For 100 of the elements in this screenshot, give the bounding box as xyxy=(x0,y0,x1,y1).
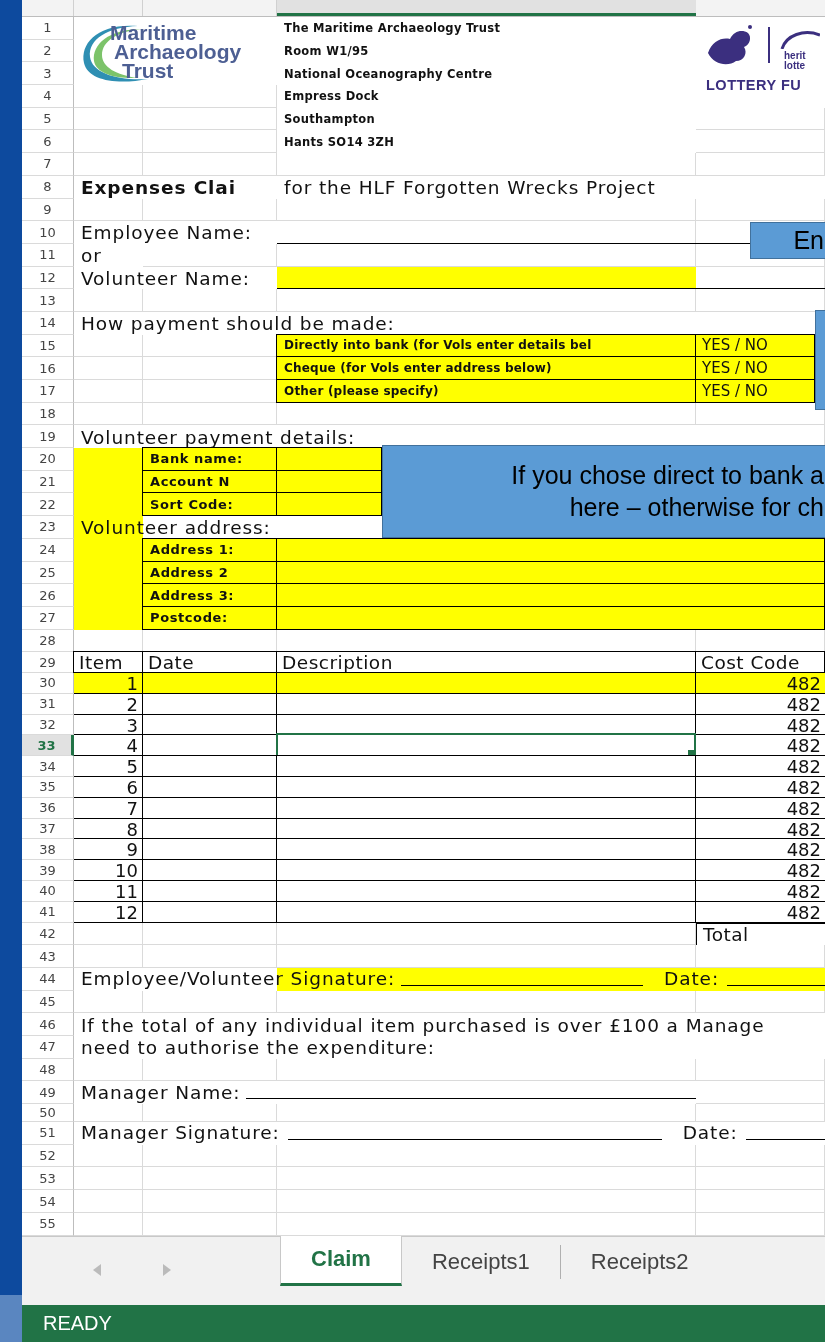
logo-text: lotte xyxy=(784,61,806,71)
date-line[interactable] xyxy=(727,982,825,986)
signature-line[interactable] xyxy=(401,982,644,986)
row-header[interactable]: 5 xyxy=(22,107,74,131)
cost-code: 482 xyxy=(786,714,822,736)
row-header[interactable]: 52 xyxy=(22,1144,74,1168)
item-number: 1 xyxy=(126,673,139,695)
input-field[interactable] xyxy=(276,492,382,517)
logo-text: LOTTERY FU xyxy=(706,77,802,93)
row-header[interactable]: 49 xyxy=(22,1081,74,1105)
row-header[interactable]: 40 xyxy=(22,881,74,902)
row-header[interactable]: 14 xyxy=(22,311,74,335)
row-header[interactable]: 54 xyxy=(22,1190,74,1213)
row-header[interactable]: 53 xyxy=(22,1167,74,1191)
field-label: Address 2 xyxy=(142,560,277,585)
field-label: Postcode: xyxy=(142,605,277,630)
field-label: Date: xyxy=(664,970,720,989)
answer-box[interactable]: YES / NO xyxy=(695,333,815,358)
form-title: Expenses Clai xyxy=(74,175,277,199)
row-header[interactable]: 39 xyxy=(22,860,74,881)
row-header[interactable]: 9 xyxy=(22,198,74,222)
row-header[interactable]: 11 xyxy=(22,243,74,267)
logo-text: herit xyxy=(784,51,806,61)
row-header[interactable]: 55 xyxy=(22,1212,74,1236)
answer-box[interactable]: YES / NO xyxy=(695,379,815,403)
row-header[interactable]: 12 xyxy=(22,266,74,290)
row-header[interactable]: 50 xyxy=(22,1104,74,1123)
row-header[interactable]: 20 xyxy=(22,448,74,471)
row-header[interactable]: 6 xyxy=(22,130,74,154)
row-header[interactable]: 16 xyxy=(22,357,74,380)
field-label: Account N xyxy=(142,469,277,494)
row-header[interactable]: 1 xyxy=(22,17,74,40)
row-header[interactable]: 19 xyxy=(22,425,74,449)
column-header-bar[interactable] xyxy=(22,0,825,17)
row-header[interactable]: 48 xyxy=(22,1058,74,1082)
sheet-tab[interactable]: Receipts1 xyxy=(401,1236,560,1287)
row-header[interactable]: 25 xyxy=(22,561,74,585)
column-header: Description xyxy=(276,651,696,674)
signature-line[interactable] xyxy=(287,1136,662,1140)
row-header[interactable]: 8 xyxy=(22,175,74,199)
input-field[interactable] xyxy=(276,447,382,471)
payment-option: Cheque (for Vols enter address below) xyxy=(276,356,696,380)
row-header[interactable]: 21 xyxy=(22,470,74,494)
row-header[interactable]: 13 xyxy=(22,289,74,312)
row-header[interactable]: 41 xyxy=(22,901,74,923)
name-line[interactable] xyxy=(246,1096,696,1100)
row-header[interactable]: 38 xyxy=(22,839,74,861)
item-number: 8 xyxy=(126,818,139,840)
row-header[interactable]: 22 xyxy=(22,493,74,517)
row-header[interactable]: 32 xyxy=(22,714,74,736)
row-header[interactable]: 44 xyxy=(22,968,74,991)
date-line[interactable] xyxy=(745,1136,825,1140)
row-header[interactable]: 33 xyxy=(22,735,74,757)
input-field[interactable] xyxy=(276,560,825,585)
row-header[interactable]: 4 xyxy=(22,85,74,108)
row-header[interactable]: 7 xyxy=(22,153,74,176)
input-field[interactable] xyxy=(276,583,825,607)
status-text: READY xyxy=(43,1311,112,1335)
row-header[interactable]: 35 xyxy=(22,777,74,798)
payment-option: Other (please specify) xyxy=(276,379,696,403)
cost-code: 482 xyxy=(786,756,822,778)
answer-box[interactable]: YES / NO xyxy=(695,356,815,380)
row-header[interactable]: 23 xyxy=(22,516,74,539)
item-number: 2 xyxy=(126,693,139,715)
row-header[interactable]: 36 xyxy=(22,797,74,819)
row-header[interactable]: 46 xyxy=(22,1013,74,1037)
row-header[interactable]: 34 xyxy=(22,756,74,778)
row-header[interactable]: 2 xyxy=(22,39,74,63)
row-header[interactable]: 3 xyxy=(22,62,74,86)
row-header[interactable]: 45 xyxy=(22,990,74,1014)
row-header[interactable]: 30 xyxy=(22,673,74,694)
row-header[interactable]: 43 xyxy=(22,945,74,968)
row-header[interactable]: 47 xyxy=(22,1036,74,1059)
field-label: Manager Signature: xyxy=(81,1124,280,1143)
callout-text: If you chose direct to bank a xyxy=(511,460,824,491)
row-header[interactable]: 24 xyxy=(22,538,74,562)
volunteer-name-field[interactable] xyxy=(277,266,696,290)
row-header[interactable]: 26 xyxy=(22,584,74,607)
input-field[interactable] xyxy=(276,537,825,562)
item-number: 7 xyxy=(126,797,139,819)
cost-code: 482 xyxy=(786,860,822,882)
column-header: Item xyxy=(73,651,143,674)
row-header[interactable]: 10 xyxy=(22,221,74,244)
row-header[interactable]: 28 xyxy=(22,629,74,653)
row-header[interactable]: 27 xyxy=(22,606,74,630)
row-header[interactable]: 15 xyxy=(22,334,74,358)
row-header[interactable]: 18 xyxy=(22,402,74,426)
field-label: Volunteer Name: xyxy=(74,266,277,290)
row-header[interactable]: 31 xyxy=(22,693,74,715)
sheet-tab[interactable]: Receipts2 xyxy=(560,1236,719,1287)
field-label: Bank name: xyxy=(142,447,277,471)
callout-text: here – otherwise for ch xyxy=(569,492,824,523)
item-number: 9 xyxy=(126,839,139,861)
input-field[interactable] xyxy=(276,469,382,494)
input-field[interactable] xyxy=(276,605,825,630)
row-header[interactable]: 37 xyxy=(22,818,74,840)
row-header[interactable]: 51 xyxy=(22,1122,74,1145)
sheet-tab[interactable]: Claim xyxy=(280,1235,402,1286)
row-header[interactable]: 17 xyxy=(22,380,74,403)
row-header[interactable]: 42 xyxy=(22,922,74,946)
